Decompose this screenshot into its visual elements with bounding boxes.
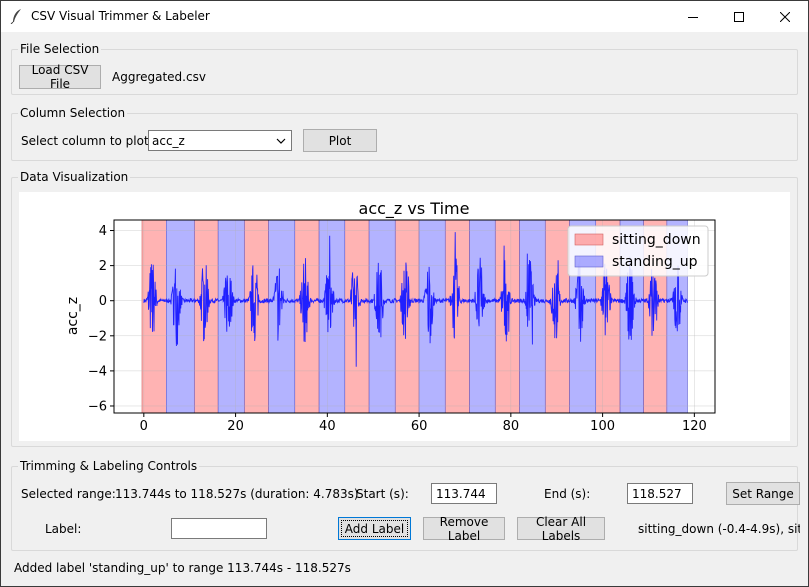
- legend-swatch: [574, 255, 604, 268]
- controls-legend: Trimming & Labeling Controls: [20, 459, 198, 473]
- clear-labels-button[interactable]: Clear All Labels: [517, 515, 605, 543]
- x-tick-label: 120: [682, 419, 707, 434]
- add-label-button[interactable]: Add Label: [338, 517, 411, 540]
- select-column-label: Select column to plot:: [21, 134, 153, 148]
- region-standing-up: [318, 219, 346, 414]
- y-tick-label: 2: [99, 259, 107, 274]
- filename-label: Aggregated.csv: [112, 70, 206, 84]
- file-selection-legend: File Selection: [20, 42, 100, 56]
- minimize-icon: [688, 16, 698, 18]
- legend-label: standing_up: [612, 254, 698, 270]
- y-tick-label: −2: [88, 329, 107, 344]
- y-tick-label: −4: [88, 364, 107, 379]
- chart-legend: sitting_down standing_up: [567, 225, 709, 277]
- close-button[interactable]: [762, 1, 808, 32]
- window-title: CSV Visual Trimmer & Labeler: [31, 9, 210, 23]
- app-window: CSV Visual Trimmer & Labeler File Select…: [0, 0, 809, 587]
- label-field-label: Label:: [45, 522, 82, 536]
- close-icon: [780, 11, 790, 22]
- y-tick-label: −6: [88, 399, 107, 414]
- chart-title: acc_z vs Time: [359, 199, 470, 219]
- selected-range-value: 113.744s to 118.527s (duration: 4.783s): [115, 487, 359, 501]
- column-select-value: acc_z: [152, 134, 185, 148]
- legend-label: sitting_down: [612, 232, 701, 248]
- column-selection-legend: Column Selection: [20, 106, 126, 120]
- y-tick-label: 4: [99, 224, 107, 239]
- x-tick-label: 0: [140, 419, 148, 434]
- y-axis-label: acc_z: [65, 297, 81, 335]
- labels-summary: sitting_down (-0.4-4.9s), sitting: [638, 522, 800, 536]
- region-sitting-down: [243, 219, 269, 414]
- file-selection-group: File Selection: [11, 42, 798, 95]
- status-text: Added label 'standing_up' to range 113.7…: [14, 561, 351, 575]
- start-label: Start (s):: [356, 487, 409, 501]
- feather-icon: [10, 9, 21, 24]
- region-standing-up: [268, 219, 296, 414]
- label-input[interactable]: [171, 518, 267, 539]
- column-select[interactable]: acc_z: [148, 130, 292, 151]
- x-tick-label: 20: [227, 419, 244, 434]
- plot-button[interactable]: Plot: [303, 129, 377, 152]
- start-input[interactable]: [431, 483, 497, 504]
- title-bar: CSV Visual Trimmer & Labeler: [1, 1, 808, 32]
- maximize-icon: [734, 11, 744, 22]
- load-csv-button[interactable]: Load CSV File: [19, 63, 101, 91]
- chart-svg: 0 20 40 60 80 100 120420−2−4−6 acc_z vs Time a…: [65, 199, 716, 434]
- region-standing-up: [368, 219, 396, 414]
- selected-range-label: Selected range:: [21, 487, 116, 501]
- maximize-button[interactable]: [716, 1, 762, 32]
- end-label: End (s):: [544, 487, 591, 501]
- plot-canvas[interactable]: 0 20 40 60 80 100 120 4 2 0 −2 −4 −6 acc_z vs Time a…: [19, 192, 790, 441]
- set-range-button[interactable]: Set Range: [726, 482, 800, 505]
- remove-label-button[interactable]: Remove Label: [423, 515, 505, 543]
- minimize-button[interactable]: [670, 1, 716, 32]
- region-standing-up: [166, 219, 195, 414]
- legend-swatch: [574, 233, 604, 246]
- x-tick-label: 80: [503, 419, 520, 434]
- x-tick-label: 60: [411, 419, 428, 434]
- data-visualization-legend: Data Visualization: [20, 170, 129, 184]
- chevron-down-icon: [276, 138, 286, 144]
- x-tick-label: 100: [590, 419, 615, 434]
- x-tick-label: 40: [319, 419, 336, 434]
- end-input[interactable]: [627, 483, 693, 504]
- region-sitting-down: [344, 219, 370, 414]
- y-tick-label: 0: [99, 294, 107, 309]
